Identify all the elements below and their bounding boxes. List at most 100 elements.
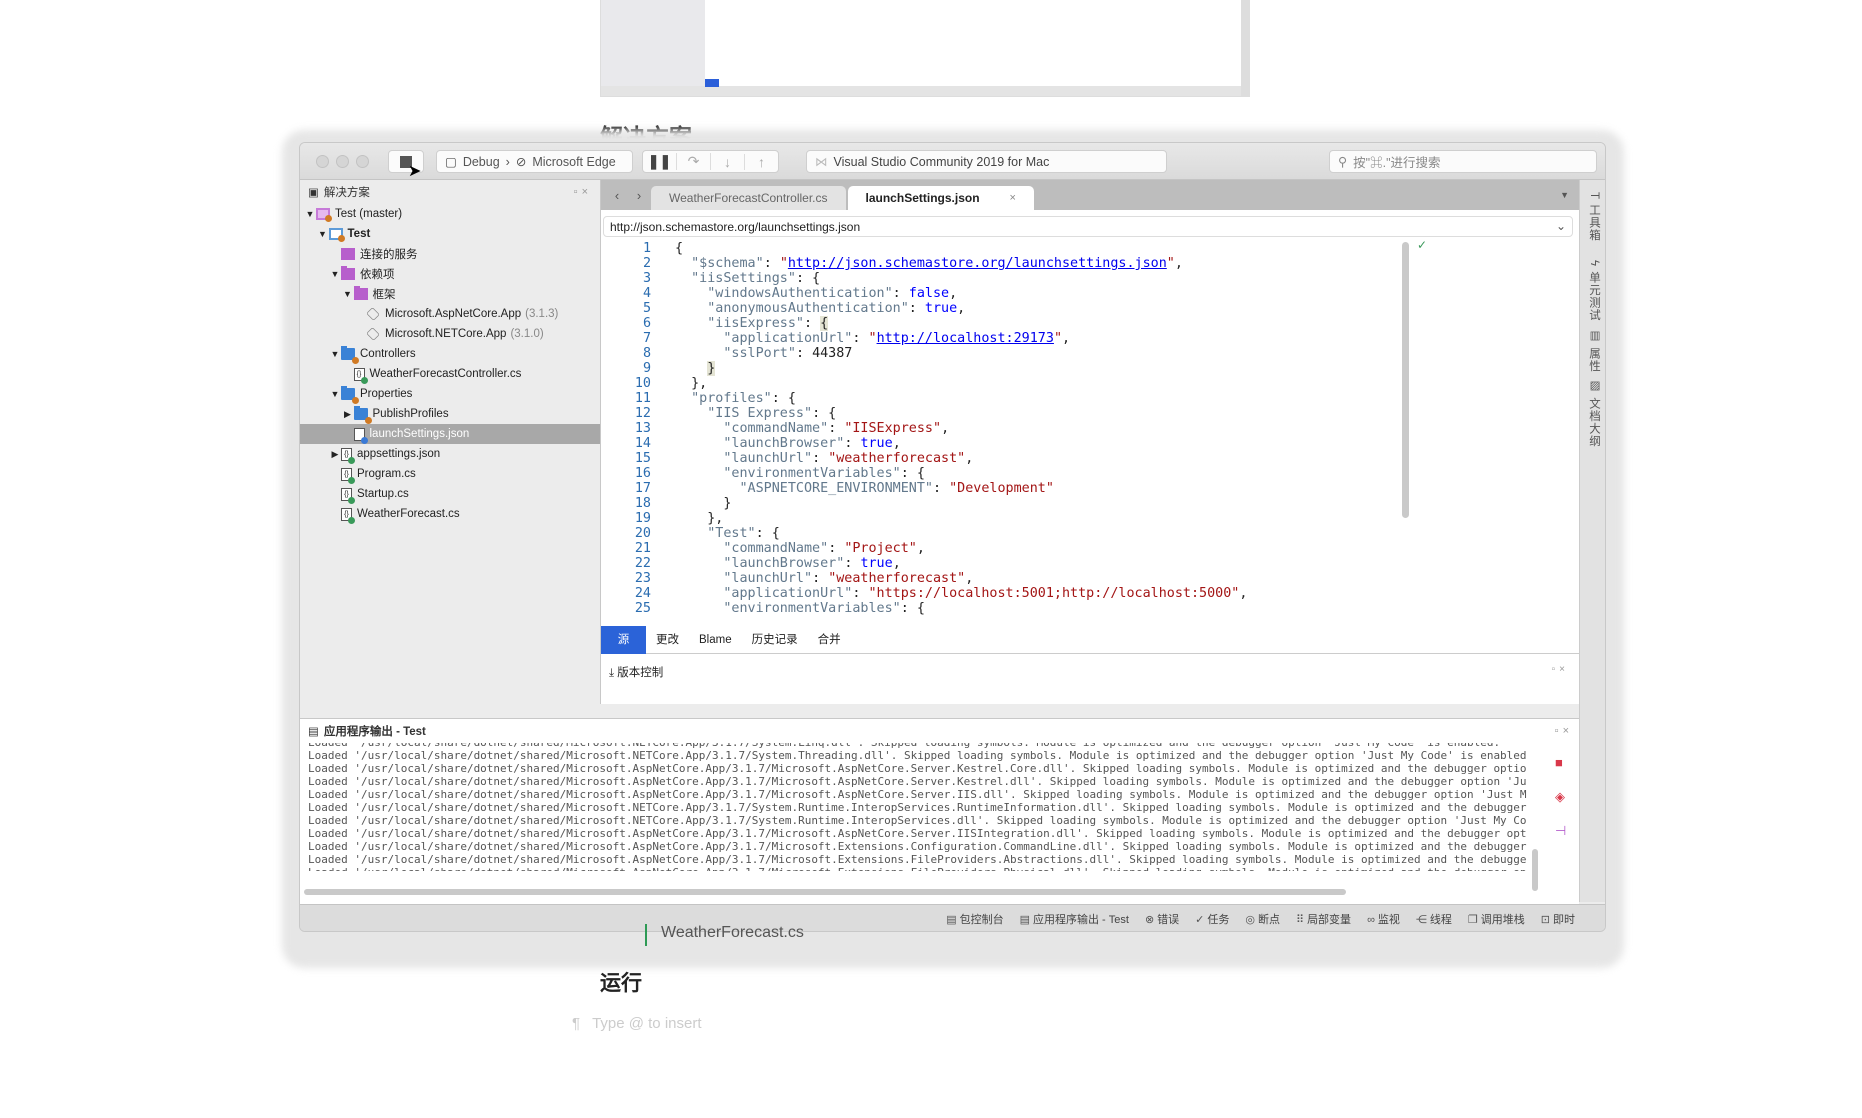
line-content: "$schema": "http://json.schemastore.org/… bbox=[651, 256, 1183, 271]
pfolder-icon bbox=[341, 266, 355, 280]
line-number: 3 bbox=[642, 271, 651, 286]
code-line: 3 "iisSettings": { bbox=[601, 271, 1541, 286]
properties-tab[interactable]: ▥ 属性 bbox=[1586, 328, 1602, 372]
token-u[interactable]: http://localhost:29173 bbox=[877, 331, 1054, 346]
line-content: "commandName": "Project", bbox=[651, 541, 925, 556]
pad-button-errors[interactable]: ⊗ 错误 bbox=[1145, 911, 1179, 927]
step-into-button[interactable]: ↓ bbox=[711, 153, 745, 170]
tree-item[interactable]: {} Program.cs bbox=[300, 464, 600, 484]
tree-item[interactable]: ▼ Test (master) bbox=[300, 204, 600, 224]
tree-item[interactable]: 连接的服务 bbox=[300, 244, 600, 264]
pad-button-watch[interactable]: ∞ 监视 bbox=[1367, 911, 1400, 927]
tree-item[interactable]: ▶ PublishProfiles bbox=[300, 404, 600, 424]
pad-controls[interactable]: ▫× bbox=[1555, 725, 1573, 737]
line-content: "ASPNETCORE_ENVIRONMENT": "Development" bbox=[651, 481, 1053, 496]
editor-scrollbar[interactable] bbox=[1402, 242, 1409, 518]
token-u[interactable]: http://json.schemastore.org/launchsettin… bbox=[788, 256, 1167, 271]
output-header: ▤ 应用程序输出 - Test ▫× bbox=[300, 719, 1579, 743]
tree-item-label: appsettings.json bbox=[357, 448, 441, 460]
line-content: "applicationUrl": "http://localhost:2917… bbox=[651, 331, 1070, 346]
toolbar: ➤ ▢ Debug › ⊘ Microsoft Edge ❚❚ ↷ ↓ ↑ ⋈ … bbox=[300, 143, 1605, 180]
token-k: "launchUrl" bbox=[675, 571, 813, 586]
pad-button-immediate[interactable]: ⊡ 即时 bbox=[1541, 911, 1575, 927]
chevron-down-icon[interactable]: ⌄ bbox=[1556, 219, 1566, 233]
clear-output-icon[interactable]: ◈ bbox=[1555, 789, 1565, 805]
tree-item[interactable]: ▼ Properties bbox=[300, 384, 600, 404]
tree-item[interactable]: {} WeatherForecastController.cs bbox=[300, 364, 600, 384]
search-input[interactable]: ⚲ 按"⌘."进行搜索 bbox=[1329, 150, 1597, 173]
nav-forward-button[interactable]: › bbox=[629, 188, 649, 203]
pin-icon[interactable]: ⊣ bbox=[1555, 823, 1566, 839]
disclosure-triangle-icon[interactable]: ▼ bbox=[317, 229, 329, 239]
source-tab-history[interactable]: 历史记录 bbox=[742, 626, 808, 654]
nav-back-button[interactable]: ‹ bbox=[607, 188, 627, 203]
pad-button-threads[interactable]: ⋲ 线程 bbox=[1416, 911, 1452, 927]
token-p: : bbox=[828, 421, 845, 436]
token-p: , bbox=[892, 556, 901, 571]
unit-tests-tab[interactable]: ϟ 单元测试 bbox=[1586, 260, 1602, 321]
pad-button-label: 错误 bbox=[1157, 913, 1180, 926]
output-line: Loaded '/usr/local/share/dotnet/shared/M… bbox=[308, 788, 1527, 801]
pad-button-label: 断点 bbox=[1258, 913, 1280, 926]
pad-button-label: 局部变量 bbox=[1307, 913, 1352, 926]
minimize-window-button[interactable] bbox=[336, 155, 349, 168]
output-log[interactable]: Loaded '/usr/local/share/dotnet/shared/M… bbox=[308, 743, 1527, 871]
pad-button-package-console[interactable]: ▤ 包控制台 bbox=[946, 911, 1003, 927]
source-tab-changes[interactable]: 更改 bbox=[646, 626, 689, 654]
tree-item[interactable]: ▼ Test bbox=[300, 224, 600, 244]
version-control-title: 版本控制 bbox=[617, 667, 664, 679]
disclosure-triangle-icon[interactable]: ▶ bbox=[342, 409, 354, 420]
tab-launchsettings[interactable]: launchSettings.json × bbox=[847, 186, 1034, 210]
file-icon: {} bbox=[341, 487, 355, 504]
close-window-button[interactable] bbox=[316, 155, 329, 168]
source-tab-merge[interactable]: 合并 bbox=[808, 626, 851, 654]
disclosure-triangle-icon[interactable]: ▶ bbox=[329, 449, 341, 460]
code-editor[interactable]: 1{2 "$schema": "http://json.schemastore.… bbox=[601, 241, 1541, 661]
call-stack-icon: ❐ bbox=[1467, 913, 1478, 926]
tree-item[interactable]: ▶{} appsettings.json bbox=[300, 444, 600, 464]
line-content: "commandName": "IISExpress", bbox=[651, 421, 949, 436]
pad-button-tasks[interactable]: ✓ 任务 bbox=[1195, 911, 1229, 927]
tab-list-dropdown-icon[interactable]: ▼ bbox=[1560, 190, 1569, 200]
step-out-button[interactable]: ↑ bbox=[745, 154, 778, 170]
tree-item[interactable]: Microsoft.AspNetCore.App (3.1.3) bbox=[300, 304, 600, 324]
disclosure-triangle-icon[interactable]: ▼ bbox=[342, 289, 354, 299]
line-number: 23 bbox=[634, 571, 651, 586]
tree-item[interactable]: Microsoft.NETCore.App (3.1.0) bbox=[300, 324, 600, 344]
tree-item[interactable]: ▼ 框架 bbox=[300, 284, 600, 304]
tree-item[interactable]: {} Startup.cs bbox=[300, 484, 600, 504]
disclosure-triangle-icon[interactable]: ▼ bbox=[304, 209, 316, 219]
pad-button-call-stack[interactable]: ❐ 调用堆栈 bbox=[1468, 911, 1525, 927]
tree-item[interactable]: ▼ 依赖项 bbox=[300, 264, 600, 284]
line-number: 19 bbox=[634, 511, 651, 526]
stop-output-icon[interactable]: ■ bbox=[1555, 755, 1563, 770]
pad-button-locals[interactable]: ⠿ 局部变量 bbox=[1296, 911, 1351, 927]
tree-item[interactable]: {} WeatherForecast.cs bbox=[300, 504, 600, 524]
line-content: "launchUrl": "weatherforecast", bbox=[651, 451, 973, 466]
close-tab-icon[interactable]: × bbox=[1010, 192, 1016, 204]
pad-controls[interactable]: ▫× bbox=[574, 186, 592, 198]
document-outline-tab[interactable]: ▨ 文档大纲 bbox=[1586, 378, 1602, 447]
pad-controls[interactable]: ▫× bbox=[1552, 664, 1569, 675]
pause-button[interactable]: ❚❚ bbox=[643, 153, 677, 170]
token-k: "$schema" bbox=[675, 256, 764, 271]
output-vertical-scrollbar[interactable] bbox=[1532, 849, 1538, 891]
tree-item[interactable]: {} launchSettings.json bbox=[300, 424, 600, 444]
source-tab-source[interactable]: 源 bbox=[601, 625, 646, 654]
source-tab-blame[interactable]: Blame bbox=[689, 626, 742, 654]
disclosure-triangle-icon[interactable]: ▼ bbox=[329, 269, 341, 279]
toolbox-tab[interactable]: T 工具箱 bbox=[1586, 192, 1602, 242]
output-horizontal-scrollbar[interactable] bbox=[304, 889, 1346, 895]
schema-path-bar[interactable]: http://json.schemastore.org/launchsettin… bbox=[603, 216, 1573, 237]
step-over-button[interactable]: ↷ bbox=[677, 153, 711, 170]
tree-item[interactable]: ▼ Controllers bbox=[300, 344, 600, 364]
status-title: ⋈ Visual Studio Community 2019 for Mac bbox=[806, 150, 1167, 173]
pad-button-application-output[interactable]: ▤ 应用程序输出 - Test bbox=[1020, 911, 1129, 927]
disclosure-triangle-icon[interactable]: ▼ bbox=[329, 389, 341, 399]
tab-weatherforecastcontroller[interactable]: WeatherForecastController.cs bbox=[651, 186, 846, 210]
run-configuration-selector[interactable]: ▢ Debug › ⊘ Microsoft Edge bbox=[436, 150, 633, 173]
disclosure-triangle-icon[interactable]: ▼ bbox=[329, 349, 341, 359]
insert-block-placeholder[interactable]: ¶ Type @ to insert bbox=[572, 1015, 714, 1032]
pad-button-breakpoints[interactable]: ◎ 断点 bbox=[1245, 911, 1280, 927]
zoom-window-button[interactable] bbox=[356, 155, 369, 168]
